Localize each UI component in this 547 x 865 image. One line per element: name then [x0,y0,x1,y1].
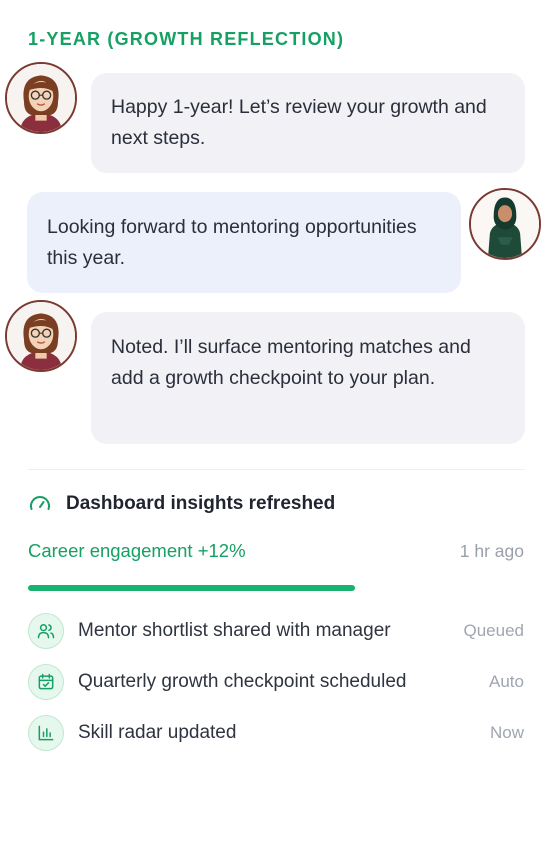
progress-fill [28,585,356,591]
user-message: Looking forward to mentoring opportuniti… [27,192,461,293]
user-avatar [469,188,541,260]
metric-label: Career engagement +12% [28,540,246,561]
engagement-progress-bar [28,585,524,591]
activity-status: Queued [463,621,525,640]
activity-item: Skill radar updated Now [28,714,524,752]
activity-status: Now [489,723,524,742]
metric-timestamp: 1 hr ago [459,541,524,561]
section-title: 1-YEAR (GROWTH REFLECTION) [28,29,345,49]
assistant-message: Noted. I’ll surface mentoring matches an… [91,312,525,444]
activity-item: Mentor shortlist shared with manager Que… [28,612,524,650]
insights-header: Dashboard insights refreshed [28,492,335,516]
bar-chart-icon [28,715,64,751]
assistant-message: Happy 1-year! Let’s review your growth a… [91,73,525,173]
activity-status: Auto [489,672,524,691]
assistant-avatar [5,62,77,134]
gauge-icon [28,492,52,516]
insights-title: Dashboard insights refreshed [66,493,336,514]
activity-label: Skill radar updated [78,722,237,743]
activity-item: Quarterly growth checkpoint scheduled Au… [28,663,524,701]
activity-label: Quarterly growth checkpoint scheduled [78,671,407,692]
users-icon [28,613,64,649]
divider [28,469,525,470]
calendar-check-icon [28,664,64,700]
assistant-avatar [5,300,77,372]
activity-label: Mentor shortlist shared with manager [78,620,391,641]
